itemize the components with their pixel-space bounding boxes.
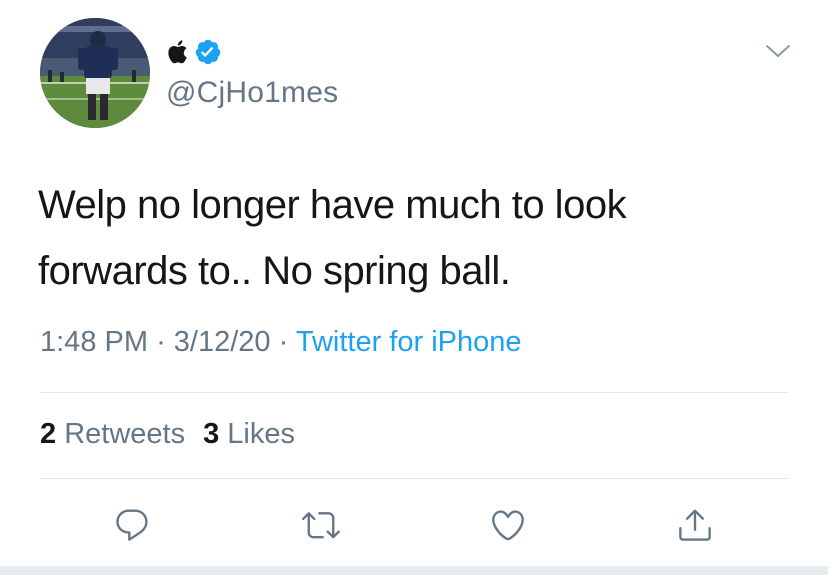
like-icon xyxy=(489,506,527,544)
retweets-count: 2 xyxy=(40,418,57,450)
tweet-stats: 2 Retweets 3 Likes xyxy=(40,418,295,451)
tweet-card: @CjHo1mes Welp no longer have much to lo… xyxy=(0,0,828,566)
divider xyxy=(40,478,788,479)
likes-stat[interactable]: 3 Likes xyxy=(203,418,295,451)
tweet-date[interactable]: 3/12/20 xyxy=(174,326,271,358)
tweet-meta: 1:48 PM · 3/12/20 · Twitter for iPhone xyxy=(40,326,522,359)
likes-count: 3 xyxy=(203,418,220,450)
author-handle[interactable]: @CjHo1mes xyxy=(166,76,338,110)
avatar[interactable] xyxy=(40,18,150,128)
tweet-source-link[interactable]: Twitter for iPhone xyxy=(296,326,522,358)
verified-icon xyxy=(194,38,222,66)
apple-icon xyxy=(166,39,188,65)
divider xyxy=(40,392,788,393)
retweets-label: Retweets xyxy=(64,418,186,450)
retweets-stat[interactable]: 2 Retweets xyxy=(40,418,185,451)
tweet-actions xyxy=(0,500,828,550)
meta-separator: · xyxy=(156,326,166,358)
share-button[interactable] xyxy=(670,500,720,550)
chevron-down-icon[interactable] xyxy=(764,42,792,62)
author-name-row[interactable] xyxy=(166,38,222,66)
tweet-text: Welp no longer have much to look forward… xyxy=(38,183,627,293)
share-icon xyxy=(676,506,714,544)
likes-label: Likes xyxy=(227,418,295,450)
tweet-time[interactable]: 1:48 PM xyxy=(40,326,148,358)
bottom-separator xyxy=(0,566,828,575)
like-button[interactable] xyxy=(483,500,533,550)
meta-separator: · xyxy=(278,326,289,358)
reply-button[interactable] xyxy=(107,500,157,550)
retweet-button[interactable] xyxy=(296,500,346,550)
avatar-photo xyxy=(40,18,150,128)
retweet-icon xyxy=(302,506,340,544)
reply-icon xyxy=(113,506,151,544)
